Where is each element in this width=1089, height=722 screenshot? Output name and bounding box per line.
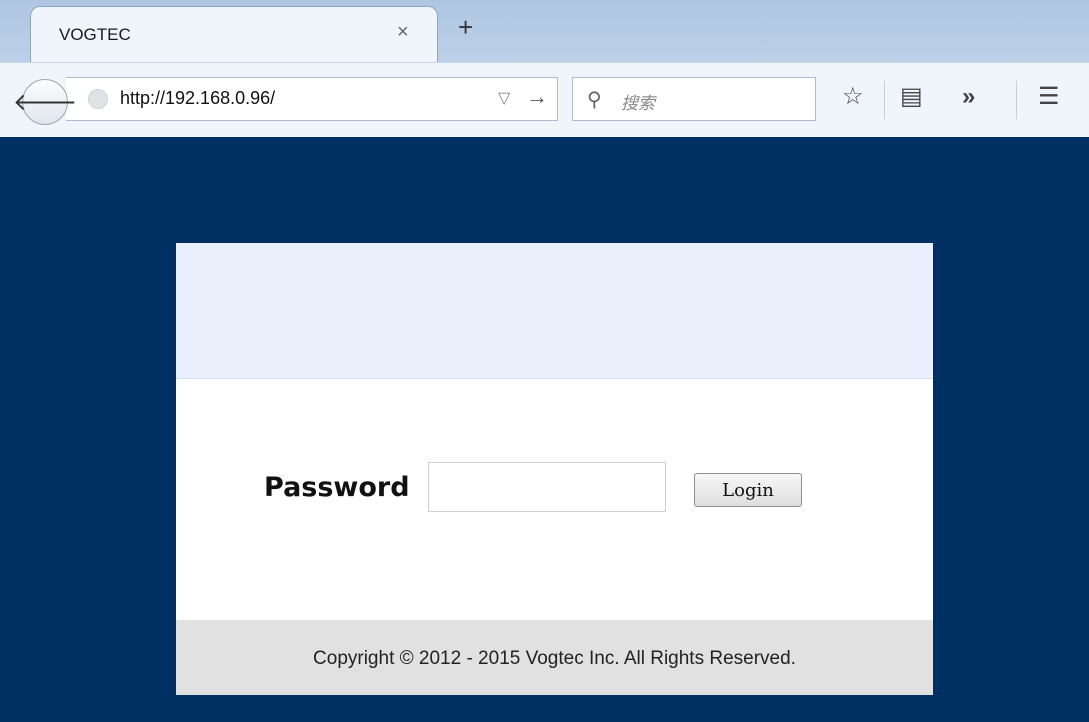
- login-form: Password Login: [264, 462, 864, 512]
- tab-strip: VOGTEC × +: [0, 0, 1089, 64]
- toolbar-separator: [884, 81, 885, 119]
- overflow-icon[interactable]: »: [962, 85, 975, 109]
- browser-chrome: VOGTEC × + http://192.168.0.96/ ▽ → 🡐 ⚲ …: [0, 0, 1089, 137]
- login-button[interactable]: Login: [694, 473, 802, 507]
- password-input[interactable]: [428, 462, 666, 512]
- menu-icon[interactable]: ☰: [1038, 85, 1060, 109]
- panel-header: [176, 243, 933, 379]
- password-label: Password: [264, 472, 410, 503]
- footer: Copyright © 2012 - 2015 Vogtec Inc. All …: [176, 620, 933, 695]
- browser-tab[interactable]: VOGTEC ×: [30, 6, 438, 64]
- search-box[interactable]: ⚲ 搜索: [572, 77, 816, 121]
- toolbar-separator: [1016, 81, 1017, 119]
- go-icon[interactable]: →: [526, 84, 548, 110]
- dropdown-icon[interactable]: ▽: [498, 88, 510, 108]
- copyright-text: Copyright © 2012 - 2015 Vogtec Inc. All …: [313, 648, 796, 669]
- star-icon[interactable]: ☆: [842, 85, 864, 109]
- navigation-toolbar: http://192.168.0.96/ ▽ → 🡐 ⚲ 搜索 ☆ ▤ » ☰: [0, 62, 1089, 137]
- back-icon: 🡐: [12, 89, 78, 116]
- url-text[interactable]: http://192.168.0.96/: [120, 88, 275, 109]
- url-bar[interactable]: http://192.168.0.96/ ▽ →: [66, 77, 558, 121]
- login-panel: Password Login Copyright © 2012 - 2015 V…: [176, 243, 933, 695]
- tab-title: VOGTEC: [59, 25, 131, 44]
- back-button[interactable]: 🡐: [13, 79, 77, 125]
- new-tab-icon[interactable]: +: [458, 14, 473, 40]
- search-placeholder: 搜索: [621, 94, 655, 113]
- search-icon: ⚲: [587, 89, 602, 111]
- reading-list-icon[interactable]: ▤: [900, 85, 923, 109]
- globe-icon: [88, 89, 108, 109]
- close-icon[interactable]: ×: [397, 21, 409, 44]
